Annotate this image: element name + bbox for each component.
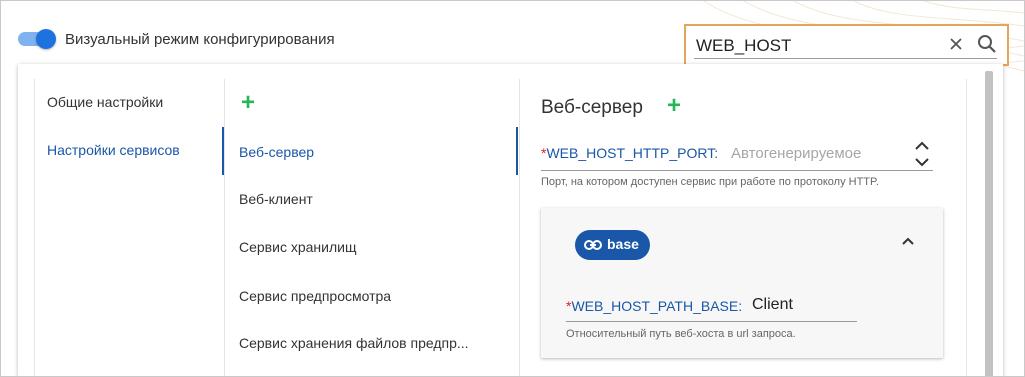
service-item-file-storage[interactable]: Сервис хранения файлов предпр... [239,335,469,351]
config-window: Визуальный режим конфигурирования Общие … [0,0,1025,377]
path-base-field-label: *WEB_HOST_PATH_BASE: [566,298,743,314]
clear-icon[interactable] [948,36,964,52]
port-field-label: *WEB_HOST_HTTP_PORT: [541,145,719,161]
section-title: Веб-сервер [541,97,643,118]
category-item-services[interactable]: Настройки сервисов [47,142,180,158]
base-group-card: base *WEB_HOST_PATH_BASE: Client Относит… [541,208,943,358]
search-icon[interactable] [977,34,997,54]
add-setting-icon[interactable]: + [667,94,681,118]
toggle-knob [36,29,56,49]
category-item-general[interactable]: Общие настройки [47,94,163,110]
chevron-up-icon[interactable] [901,236,915,246]
path-base-field-hint: Относительный путь веб-хоста в url запро… [566,328,796,340]
services-column [226,79,520,376]
port-field-hint: Порт, на котором доступен сервис при раб… [541,176,879,188]
link-icon [584,240,602,250]
base-chip[interactable]: base [575,230,650,260]
add-service-icon[interactable]: + [241,91,255,115]
service-active-indicator [516,127,518,175]
port-field[interactable]: *WEB_HOST_HTTP_PORT: Автогенерируемое [541,141,933,171]
service-item-preview[interactable]: Сервис предпросмотра [239,288,391,304]
service-item-web-server[interactable]: Веб-сервер [239,144,314,160]
service-item-storage[interactable]: Сервис хранилищ [239,239,356,255]
category-active-indicator [222,127,224,175]
visual-mode-label: Визуальный режим конфигурирования [65,31,335,48]
categories-column [34,79,225,376]
path-base-field[interactable]: *WEB_HOST_PATH_BASE: Client [566,296,857,322]
base-chip-label: base [607,236,639,252]
vertical-scrollbar[interactable] [985,71,993,376]
search-box [684,24,1009,66]
service-item-web-client[interactable]: Веб-клиент [239,191,313,207]
visual-mode-toggle[interactable] [18,29,56,49]
port-field-placeholder: Автогенерируемое [731,145,862,162]
path-base-field-value: Client [752,296,793,313]
stepper-icon[interactable] [913,138,931,170]
